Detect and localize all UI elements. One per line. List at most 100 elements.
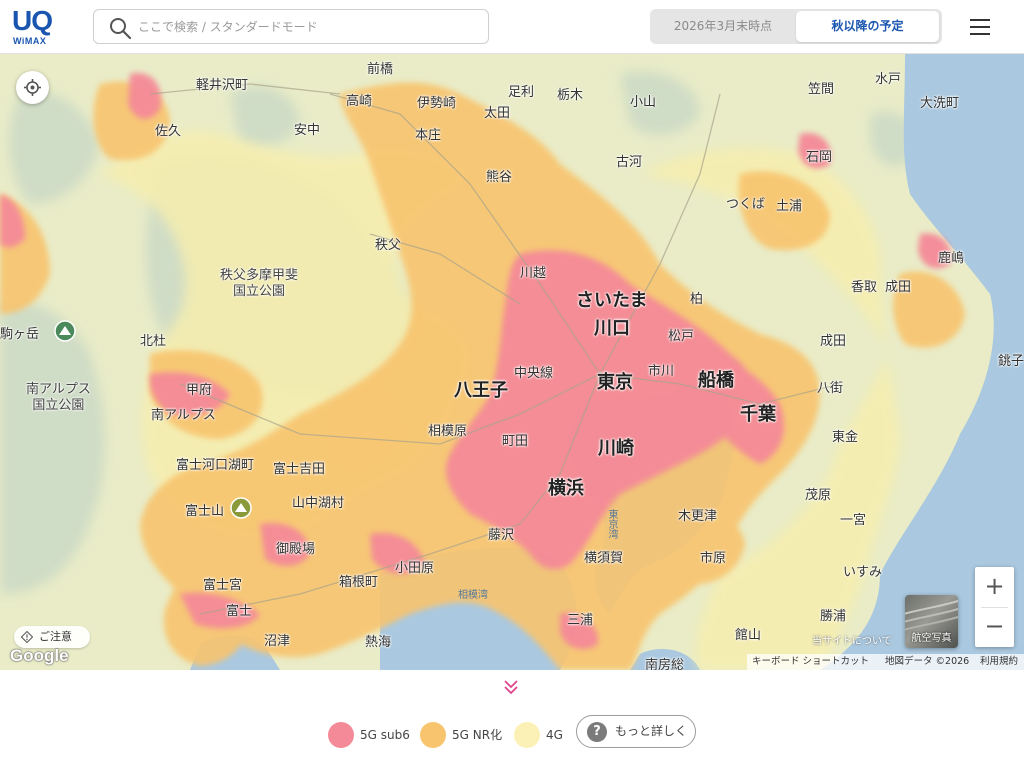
map-label-katsuura: 勝浦 [820, 609, 847, 624]
map-label-maebashi: 前橋 [367, 62, 394, 77]
zoom-control: + − [975, 567, 1014, 647]
search-input[interactable] [138, 16, 478, 38]
mountain-marker-icon[interactable] [54, 320, 76, 342]
map-label-takasaki: 高崎 [346, 94, 373, 109]
legend-swatch-nr [420, 722, 446, 748]
legend-swatch-4g [514, 722, 540, 748]
search-icon [110, 18, 132, 40]
legend-label-sub6: 5G sub6 [360, 728, 410, 742]
more-details-label: もっと詳しく [615, 724, 688, 738]
logo-uq-text: UQ [12, 5, 53, 36]
map-label-hokuto: 北杜 [140, 334, 167, 349]
map-label-gotemba: 御殿場 [276, 542, 316, 557]
map-label-karuizawa: 軽井沢町 [196, 78, 249, 93]
locate-icon [24, 79, 41, 96]
park-name-line: 秩父多摩甲斐 国立公園 [220, 268, 299, 299]
map-label-yamanakako: 山中湖村 [292, 496, 345, 511]
map-label-isumi: いすみ [843, 565, 883, 580]
map-label-tsuchiura: 土浦 [776, 199, 803, 214]
map-label-narita: 成田 [885, 280, 912, 295]
caution-diamond-icon [21, 631, 33, 643]
map-label-isezaki: 伊勢崎 [417, 96, 457, 111]
map-label-saku: 佐久 [155, 124, 182, 139]
map-label-hachioji: 八王子 [454, 380, 508, 401]
map-label-ishioka: 石岡 [806, 150, 833, 165]
legend-label-4g: 4G [546, 728, 563, 742]
period-option-autumn[interactable]: 秋以降の予定 [796, 11, 939, 42]
map-label-ashikaga: 足利 [508, 85, 535, 100]
map-label-narita-city: 成田 [820, 334, 847, 349]
uq-wimax-logo[interactable]: UQ WiMAX [10, 5, 60, 47]
about-site-link[interactable]: 当サイトについて [812, 632, 892, 647]
map-label-atami: 熱海 [365, 635, 392, 650]
map-data-text: 地図データ ©2026 [885, 656, 970, 667]
map-label-mobara: 茂原 [805, 488, 832, 503]
map-label-yokosuka: 横須賀 [584, 551, 624, 566]
map-label-sagamihara: 相模原 [428, 424, 468, 439]
map-label-funabashi: 船橋 [698, 370, 734, 391]
map-label-saitama: さいたま [576, 290, 648, 311]
map-label-mito: 水戸 [875, 72, 902, 87]
legend-item-sub6: 5G sub6 [328, 722, 410, 748]
keyboard-shortcuts-link[interactable]: キーボード ショートカット [752, 654, 869, 670]
map-label-oarai: 大洗町 [920, 96, 960, 111]
map-label-kofu: 甲府 [186, 383, 213, 398]
map-label-hakone: 箱根町 [339, 575, 379, 590]
legend-label-nr: 5G NR化 [452, 728, 503, 742]
mountain-marker-icon[interactable] [230, 497, 252, 519]
logo-wimax-text: WiMAX [13, 36, 47, 46]
map-label-choshi: 銚子 [998, 354, 1024, 369]
map-label-oyama: 小山 [630, 95, 657, 110]
aerial-photo-label: 航空写真 [911, 633, 952, 644]
map-label-tsukuba: つくば [726, 197, 766, 212]
map-label-kawaguchi: 川口 [594, 318, 630, 339]
legend-item-nr: 5G NR化 [420, 722, 504, 748]
map-label-minamiboso: 南房総 [645, 658, 685, 670]
map-label-kumagaya: 熊谷 [486, 170, 513, 185]
map-label-fujikawaguchiko: 富士河口湖町 [176, 458, 255, 473]
map-label-tateyama: 館山 [735, 628, 762, 643]
map-label-ichihara: 市原 [700, 551, 727, 566]
help-question-icon: ? [587, 722, 607, 742]
current-location-button[interactable] [16, 71, 49, 104]
map-label-fujisan: 富士山 [185, 504, 225, 519]
map-label-numazu: 沼津 [264, 634, 291, 649]
map-label-chichibu-park: 秩父多摩甲斐 国立公園 [220, 268, 298, 300]
aerial-photo-toggle[interactable]: 航空写真 [905, 595, 958, 648]
chevron-down-icon[interactable] [501, 677, 521, 697]
map-label-machida: 町田 [502, 434, 529, 449]
search-box[interactable] [93, 9, 489, 44]
map-label-odawara: 小田原 [395, 561, 435, 576]
caution-label: ご注意 [39, 630, 72, 643]
map-label-matsudo: 松戸 [668, 329, 695, 344]
map-label-komagatake: 駒ヶ岳 [0, 327, 40, 342]
map-label-annaka: 安中 [294, 123, 321, 138]
period-option-march[interactable]: 2026年3月末時点 [650, 9, 796, 44]
app-header: UQ WiMAX 2026年3月末時点 秋以降の予定 [0, 0, 1024, 54]
park-name-line: 南アルプス 国立公園 [26, 382, 91, 413]
legend-item-4g: 4G [514, 722, 566, 748]
map-label-koga: 古河 [616, 155, 643, 170]
map-label-kasama: 笠間 [808, 82, 835, 97]
map-label-honjo: 本庄 [415, 128, 442, 143]
map-label-fujisawa: 藤沢 [488, 528, 515, 543]
map-label-kawagoe: 川越 [520, 266, 547, 281]
period-toggle: 2026年3月末時点 秋以降の予定 [650, 9, 942, 44]
map-label-yachimata: 八街 [817, 381, 844, 396]
map-label-minami-alps: 南アルプス [151, 408, 216, 423]
map-label-ichikawa: 市川 [648, 364, 675, 379]
zoom-out-button[interactable]: − [975, 607, 1014, 647]
more-details-button[interactable]: ? もっと詳しく [576, 715, 696, 748]
legend-panel: 5G sub6 5G NR化 4G ? もっと詳しく [0, 670, 1024, 760]
map-label-kashima: 鹿嶋 [938, 251, 965, 266]
map-label-tokyo-bay: 東京湾 [606, 509, 617, 539]
map-label-alps-park: 南アルプス 国立公園 [26, 382, 91, 414]
map-label-miura: 三浦 [567, 613, 594, 628]
zoom-in-button[interactable]: + [975, 567, 1014, 607]
hamburger-menu-icon[interactable] [966, 14, 994, 40]
map-label-chuo-line: 中央線 [514, 366, 554, 381]
caution-button[interactable]: ご注意 [14, 626, 90, 648]
map-label-chichibu: 秩父 [375, 238, 402, 253]
coverage-map[interactable]: 前橋 高崎 伊勢崎 太田 足利 栃木 小山 水戸 笠間 大洗町 軽井沢町 佐久 … [0, 54, 1024, 670]
terms-link[interactable]: 利用規約 [980, 654, 1018, 670]
